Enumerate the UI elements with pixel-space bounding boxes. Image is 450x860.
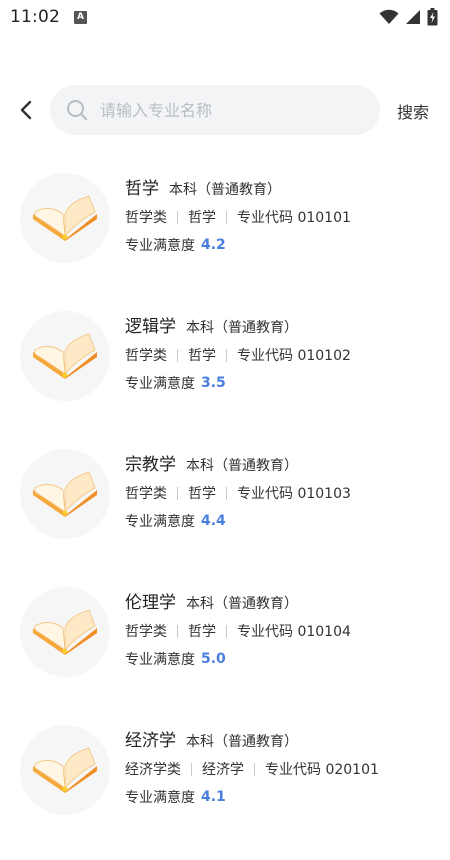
list-item[interactable]: 伦理学 本科（普通教育） 哲学类 哲学 专业代码 010104 专业满意度 5.… bbox=[0, 584, 450, 722]
major-discipline: 经济学 bbox=[202, 762, 244, 778]
status-time: 11:02 bbox=[10, 7, 60, 27]
notification-a-icon: A bbox=[74, 10, 87, 24]
list-item[interactable]: 经济学 本科（普通教育） 经济学类 经济学 专业代码 020101 专业满意度 … bbox=[0, 722, 450, 860]
divider bbox=[254, 762, 255, 776]
search-input[interactable] bbox=[100, 100, 350, 120]
satisfaction-score: 3.5 bbox=[201, 375, 226, 391]
list-item[interactable]: 哲学 本科（普通教育） 哲学类 哲学 专业代码 010101 专业满意度 4.2 bbox=[0, 170, 450, 308]
battery-icon bbox=[427, 8, 438, 26]
avatar bbox=[20, 725, 110, 815]
major-category: 哲学类 bbox=[125, 210, 167, 226]
major-code: 专业代码 010103 bbox=[237, 486, 351, 502]
major-level: 本科（普通教育） bbox=[186, 320, 298, 336]
satisfaction-score: 4.1 bbox=[201, 789, 226, 805]
satisfaction-label: 专业满意度 bbox=[125, 514, 195, 530]
major-name: 经济学 bbox=[125, 731, 176, 751]
avatar bbox=[20, 311, 110, 401]
open-book-icon bbox=[33, 195, 97, 241]
major-level: 本科（普通教育） bbox=[169, 182, 281, 198]
divider bbox=[226, 486, 227, 500]
major-code: 专业代码 020101 bbox=[265, 762, 379, 778]
major-name: 逻辑学 bbox=[125, 317, 176, 337]
major-level: 本科（普通教育） bbox=[186, 596, 298, 612]
satisfaction-label: 专业满意度 bbox=[125, 238, 195, 254]
back-button[interactable] bbox=[14, 98, 38, 122]
major-discipline: 哲学 bbox=[188, 210, 216, 226]
divider bbox=[177, 348, 178, 362]
major-name: 伦理学 bbox=[125, 593, 176, 613]
satisfaction-label: 专业满意度 bbox=[125, 376, 195, 392]
chevron-left-icon bbox=[20, 100, 32, 120]
signal-icon bbox=[406, 10, 420, 24]
open-book-icon bbox=[33, 747, 97, 793]
divider bbox=[177, 486, 178, 500]
major-category: 哲学类 bbox=[125, 486, 167, 502]
status-icons bbox=[379, 8, 438, 26]
major-category: 经济学类 bbox=[125, 762, 181, 778]
major-level: 本科（普通教育） bbox=[186, 734, 298, 750]
search-bar: 搜索 bbox=[0, 84, 450, 136]
satisfaction-label: 专业满意度 bbox=[125, 652, 195, 668]
major-discipline: 哲学 bbox=[188, 486, 216, 502]
wifi-icon bbox=[379, 9, 399, 24]
open-book-icon bbox=[33, 333, 97, 379]
major-level: 本科（普通教育） bbox=[186, 458, 298, 474]
major-code: 专业代码 010102 bbox=[237, 348, 351, 364]
divider bbox=[177, 624, 178, 638]
open-book-icon bbox=[33, 609, 97, 655]
satisfaction-label: 专业满意度 bbox=[125, 790, 195, 806]
major-category: 哲学类 bbox=[125, 348, 167, 364]
major-discipline: 哲学 bbox=[188, 348, 216, 364]
major-code: 专业代码 010101 bbox=[237, 210, 351, 226]
major-name: 宗教学 bbox=[125, 455, 176, 475]
major-code: 专业代码 010104 bbox=[237, 624, 351, 640]
major-discipline: 哲学 bbox=[188, 624, 216, 640]
list-item[interactable]: 逻辑学 本科（普通教育） 哲学类 哲学 专业代码 010102 专业满意度 3.… bbox=[0, 308, 450, 446]
major-name: 哲学 bbox=[125, 179, 159, 199]
avatar bbox=[20, 173, 110, 263]
list-item[interactable]: 宗教学 本科（普通教育） 哲学类 哲学 专业代码 010103 专业满意度 4.… bbox=[0, 446, 450, 584]
search-icon bbox=[66, 99, 88, 121]
divider bbox=[226, 348, 227, 362]
satisfaction-score: 4.2 bbox=[201, 237, 226, 253]
divider bbox=[226, 624, 227, 638]
major-list: 哲学 本科（普通教育） 哲学类 哲学 专业代码 010101 专业满意度 4.2 bbox=[0, 170, 450, 860]
open-book-icon bbox=[33, 471, 97, 517]
divider bbox=[191, 762, 192, 776]
divider bbox=[226, 210, 227, 224]
search-button[interactable]: 搜索 bbox=[397, 99, 429, 123]
avatar bbox=[20, 449, 110, 539]
satisfaction-score: 5.0 bbox=[201, 651, 226, 667]
divider bbox=[177, 210, 178, 224]
status-bar: 11:02 A bbox=[0, 0, 450, 34]
search-box[interactable] bbox=[50, 85, 380, 135]
avatar bbox=[20, 587, 110, 677]
major-category: 哲学类 bbox=[125, 624, 167, 640]
satisfaction-score: 4.4 bbox=[201, 513, 226, 529]
